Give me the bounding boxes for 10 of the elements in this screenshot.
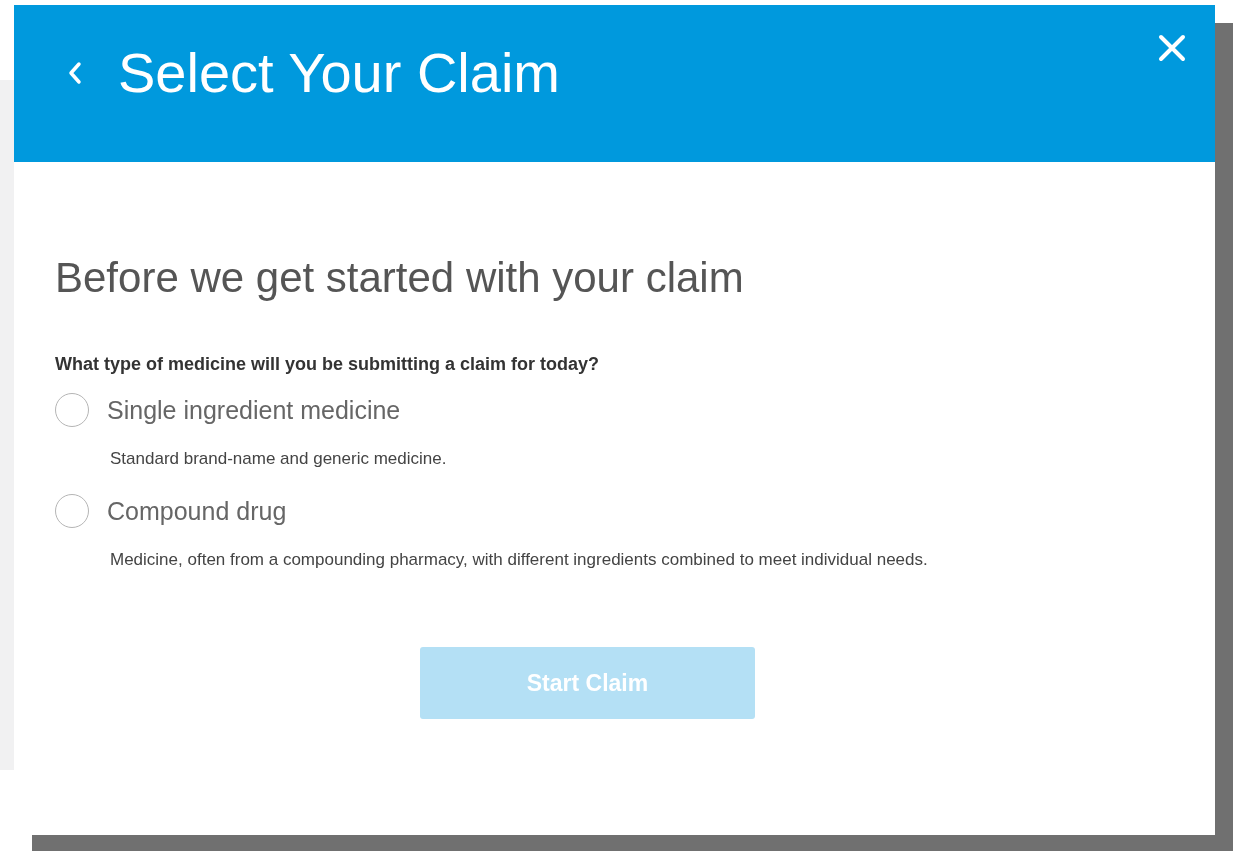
option-description: Standard brand-name and generic medicine. bbox=[110, 448, 448, 470]
radio-button[interactable] bbox=[55, 393, 89, 427]
option-description: Medicine, often from a compounding pharmacy, with different ingredients combined to meet individual needs. bbox=[110, 549, 929, 571]
section-heading: Before we get started with your claim bbox=[55, 254, 745, 302]
modal-title: Select Your Claim bbox=[118, 40, 560, 105]
close-icon[interactable] bbox=[1157, 33, 1187, 63]
option-label[interactable]: Compound drug bbox=[107, 496, 287, 526]
question-text: What type of medicine will you be submitting a claim for today? bbox=[55, 354, 601, 375]
option-label[interactable]: Single ingredient medicine bbox=[107, 395, 401, 425]
radio-button[interactable] bbox=[55, 494, 89, 528]
